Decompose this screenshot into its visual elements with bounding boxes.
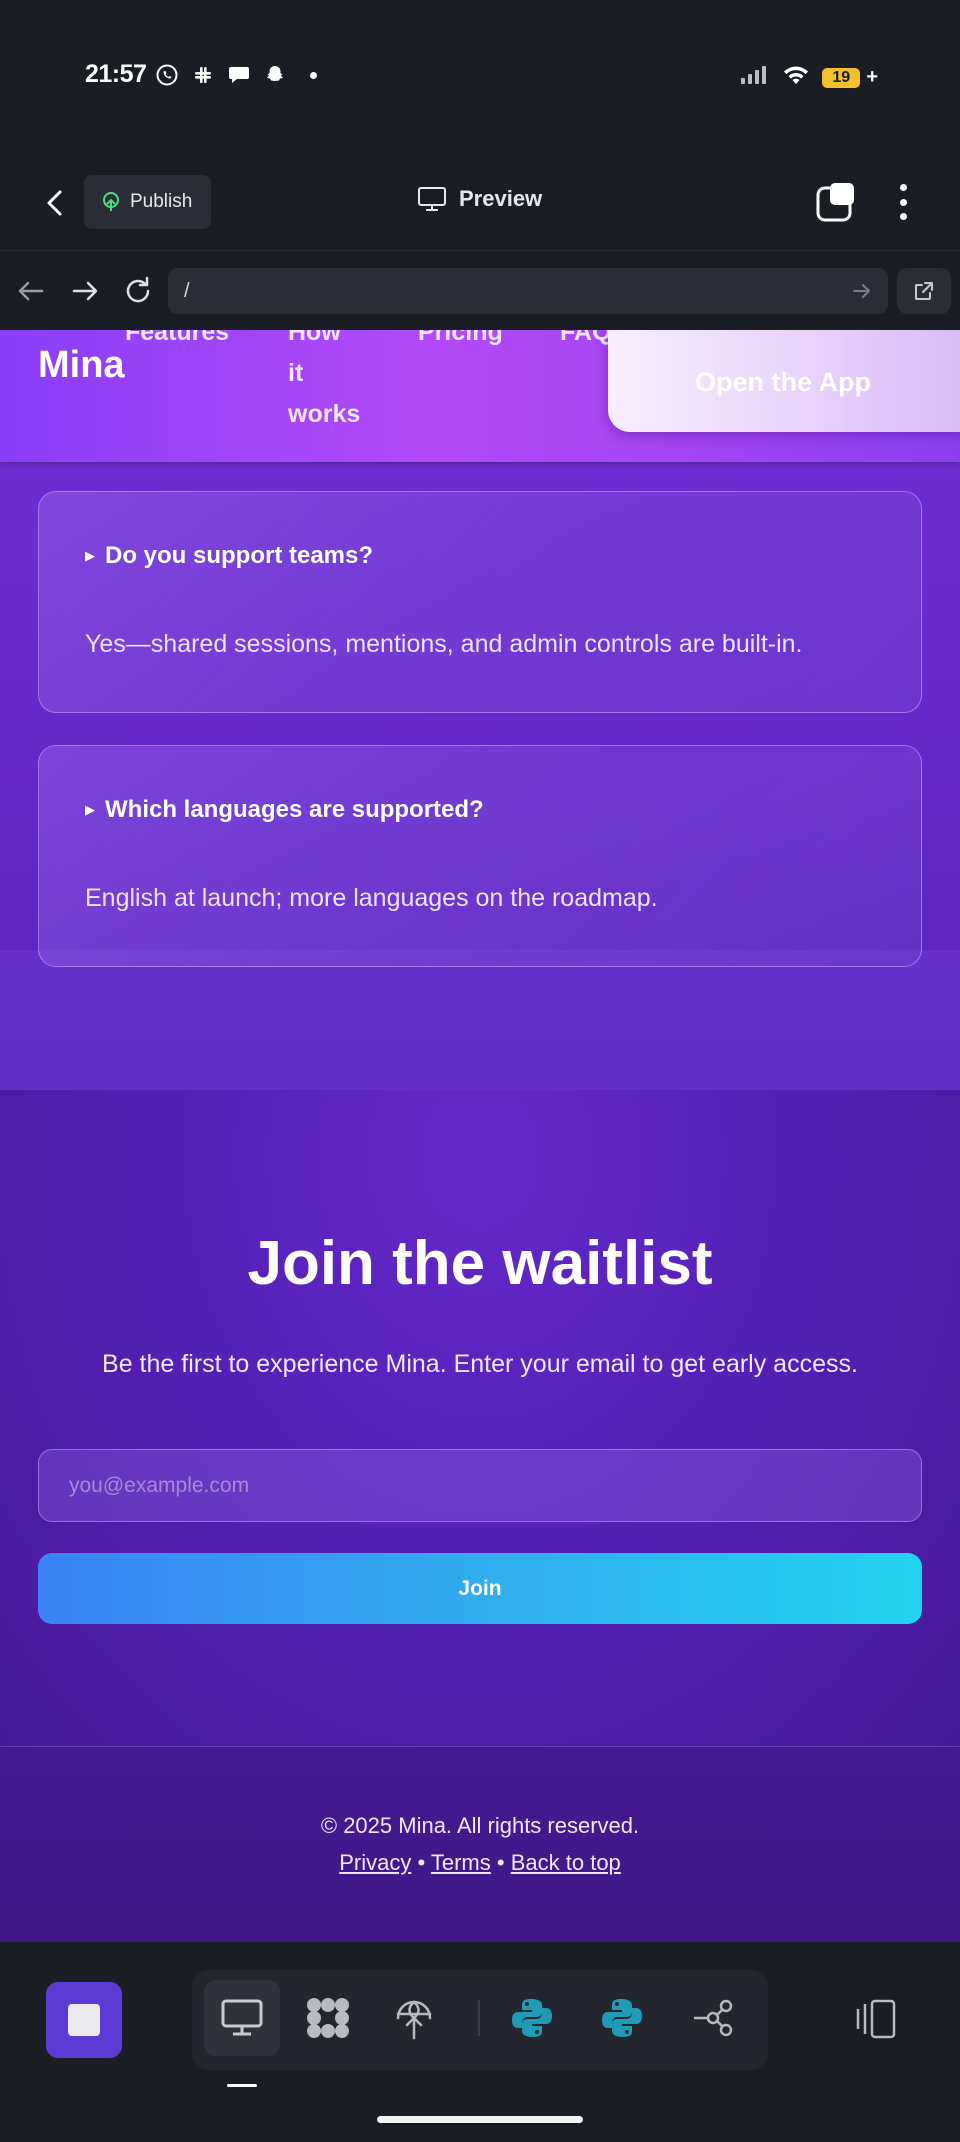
back-arrow-icon[interactable] xyxy=(14,274,48,308)
panel-toggle-icon[interactable] xyxy=(852,1998,898,2040)
footer-separator: • xyxy=(417,1850,426,1875)
status-bar: 21:57 19 + xyxy=(0,0,960,155)
waitlist-subtitle: Be the first to experience Mina. Enter y… xyxy=(102,1350,858,1378)
dock-assets-button[interactable] xyxy=(290,1980,366,2056)
footer-separator: • xyxy=(496,1850,505,1875)
grid-blobs-icon xyxy=(307,1998,349,2038)
stop-button[interactable] xyxy=(46,1982,122,2058)
dock-preview-button[interactable] xyxy=(204,1980,280,2056)
wifi-icon xyxy=(782,64,810,91)
more-notifications-dot xyxy=(310,71,317,79)
nav-how-line-1: How xyxy=(288,330,341,346)
bottom-dock xyxy=(0,1942,960,2142)
open-app-label: Open the App xyxy=(695,366,871,397)
signal-icon xyxy=(740,65,770,90)
nav-features[interactable]: Features xyxy=(125,330,229,353)
faq-answer: Yes—shared sessions, mentions, and admin… xyxy=(85,630,803,658)
app-toolbar: Publish Preview xyxy=(0,155,960,251)
forward-arrow-icon[interactable] xyxy=(68,274,102,308)
section-gap xyxy=(0,950,960,1090)
nav-how-it-works[interactable]: How it works xyxy=(288,330,360,435)
brand-logo[interactable]: Mina xyxy=(38,344,125,387)
tabs-button[interactable] xyxy=(815,181,857,223)
publish-icon xyxy=(103,192,119,211)
web-page: ▶ Do you support teams? Yes—shared sessi… xyxy=(0,330,960,1942)
url-text: / xyxy=(184,279,190,302)
waitlist-section xyxy=(0,1090,960,1746)
slack-icon xyxy=(190,62,216,88)
url-bar[interactable]: / xyxy=(168,268,888,314)
snapchat-icon xyxy=(262,62,288,88)
status-time: 21:57 xyxy=(85,60,147,88)
open-app-button[interactable]: Open the App xyxy=(608,330,960,432)
join-button[interactable]: Join xyxy=(38,1553,922,1624)
preview-label: Preview xyxy=(459,186,543,211)
dock-separator xyxy=(478,2000,480,2036)
stop-icon xyxy=(68,2004,100,2036)
site-header: Mina Features How it works Pricing FAQ O… xyxy=(0,330,960,462)
dot xyxy=(899,184,907,191)
faq-question-text: Which languages are supported? xyxy=(105,796,484,823)
charging-icon: + xyxy=(866,66,878,88)
faq-question[interactable]: ▶ Do you support teams? xyxy=(85,542,373,570)
system-icons: 19 + xyxy=(740,64,878,91)
active-indicator xyxy=(227,2084,257,2087)
publish-button[interactable]: Publish xyxy=(84,175,211,229)
dot xyxy=(899,198,907,206)
waitlist-title: Join the waitlist xyxy=(247,1229,713,1298)
open-external-button[interactable] xyxy=(897,268,951,314)
more-options-button[interactable] xyxy=(885,180,921,224)
tabs-icon xyxy=(816,183,854,222)
home-indicator xyxy=(377,2116,583,2123)
battery-icon: 19 xyxy=(822,67,861,88)
python-icon xyxy=(512,1999,552,2037)
monitor-icon xyxy=(221,1999,263,2036)
footer-divider xyxy=(0,1746,960,1747)
disclosure-triangle-icon: ▶ xyxy=(85,802,95,817)
footer-copyright: © 2025 Mina. All rights reserved. xyxy=(320,1813,640,1838)
dot xyxy=(899,213,907,220)
preview-toggle[interactable]: Preview xyxy=(417,186,542,212)
faq-question-text: Do you support teams? xyxy=(105,542,374,569)
reload-icon[interactable] xyxy=(121,274,155,308)
dock-python-button-1[interactable] xyxy=(494,1980,570,2056)
notification-icons xyxy=(154,62,317,88)
share-nodes-icon xyxy=(694,1999,733,2037)
faq-answer: English at launch; more languages on the… xyxy=(85,884,658,912)
back-to-top-link[interactable]: Back to top xyxy=(511,1850,621,1875)
chat-bubble-icon xyxy=(226,62,252,88)
publish-label: Publish xyxy=(130,191,193,212)
external-link-icon xyxy=(915,282,933,300)
whatsapp-icon xyxy=(154,62,180,88)
nav-how-line-2: it xyxy=(288,359,304,387)
disclosure-triangle-icon: ▶ xyxy=(85,548,95,563)
privacy-link[interactable]: Privacy xyxy=(339,1850,411,1875)
dock-python-button-2[interactable] xyxy=(584,1980,660,2056)
nav-pricing[interactable]: Pricing xyxy=(418,330,503,353)
dock-deploy-button[interactable] xyxy=(376,1980,452,2056)
browser-bar: / xyxy=(0,252,960,330)
chevron-left-icon xyxy=(47,190,62,216)
dock-workflow-button[interactable] xyxy=(674,1980,750,2056)
faq-question[interactable]: ▶ Which languages are supported? xyxy=(85,796,484,824)
battery-level: 19 xyxy=(832,68,851,86)
terms-link[interactable]: Terms xyxy=(431,1850,491,1875)
faq-item[interactable]: ▶ Do you support teams? Yes—shared sessi… xyxy=(38,491,922,713)
go-arrow-icon[interactable] xyxy=(850,279,874,303)
deploy-icon xyxy=(396,2000,432,2040)
footer-links: Privacy • Terms • Back to top xyxy=(0,1850,960,1876)
faq-item[interactable]: ▶ Which languages are supported? English… xyxy=(38,745,922,967)
email-input[interactable] xyxy=(38,1449,922,1522)
nav-how-line-3: works xyxy=(288,400,361,428)
dock-tool-group xyxy=(192,1970,768,2070)
monitor-icon xyxy=(418,187,446,211)
python-icon xyxy=(602,1999,642,2037)
nav-faq[interactable]: FAQ xyxy=(560,330,611,353)
back-button[interactable] xyxy=(38,185,74,221)
